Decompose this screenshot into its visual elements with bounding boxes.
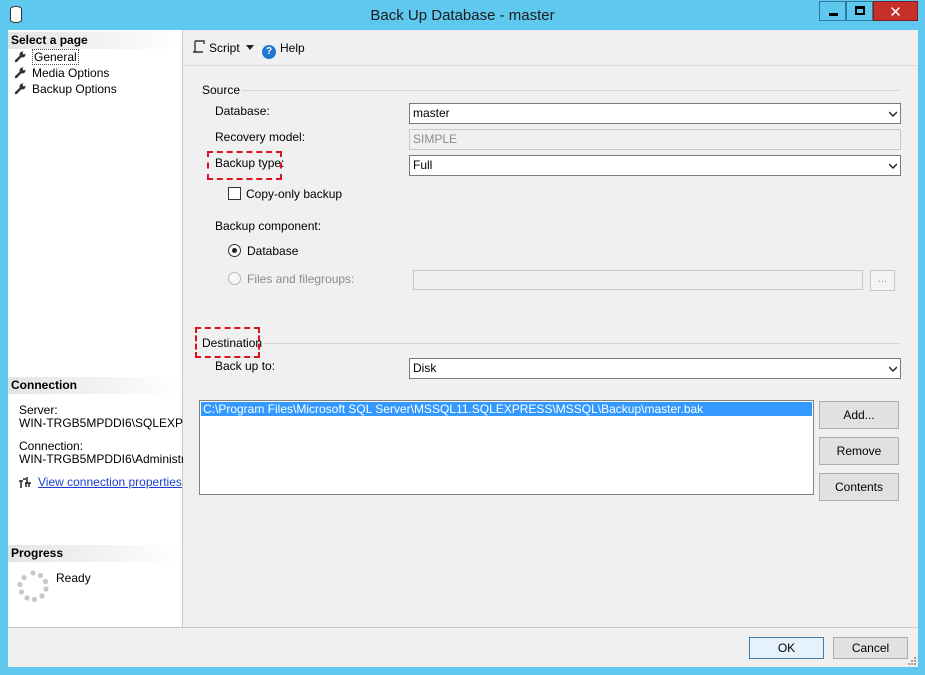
database-select[interactable]: master [409, 103, 901, 124]
backup-database-window: Back Up Database - master ✕ Select a pag… [0, 0, 925, 675]
view-connection-properties[interactable]: View connection properties [18, 475, 182, 489]
connection-label: Connection: [19, 440, 84, 453]
filegroups-field [413, 270, 863, 290]
connection-value: WIN-TRGB5MPDDI6\Administrator [19, 453, 183, 466]
toolbar: Script ? Help [183, 30, 918, 66]
title-bar[interactable]: Back Up Database - master ✕ [0, 0, 925, 30]
chevron-down-icon [889, 366, 897, 373]
minimize-icon [829, 13, 838, 16]
chevron-down-icon [889, 163, 897, 170]
ok-button[interactable]: OK [749, 637, 824, 659]
source-divider [242, 90, 900, 91]
maximize-icon [855, 6, 865, 15]
recovery-model-value: SIMPLE [413, 132, 458, 146]
resize-grip-icon[interactable] [906, 655, 916, 665]
progress-spinner-icon [17, 570, 49, 602]
page-item-label: General [32, 49, 79, 65]
help-button[interactable]: ? Help [262, 40, 305, 59]
page-item-backup-options[interactable]: Backup Options [14, 81, 117, 97]
component-files-label[interactable]: Files and filegroups: [247, 272, 354, 286]
connection-header: Connection [8, 377, 182, 394]
wrench-icon [14, 67, 26, 79]
chevron-down-icon [889, 111, 897, 118]
window-title: Back Up Database - master [370, 7, 555, 24]
wrench-icon [14, 83, 26, 95]
component-files-radio[interactable] [228, 272, 241, 285]
copy-only-checkbox[interactable] [228, 187, 241, 200]
script-label: Script [209, 41, 240, 55]
progress-header: Progress [8, 545, 182, 562]
add-button[interactable]: Add... [819, 401, 899, 429]
backup-to-label: Back up to: [215, 359, 276, 373]
backup-type-select[interactable]: Full [409, 155, 901, 176]
progress-status: Ready [56, 571, 91, 585]
copy-only-label[interactable]: Copy-only backup [246, 187, 342, 201]
view-connection-properties-link[interactable]: View connection properties [38, 475, 182, 489]
recovery-model-label: Recovery model: [215, 130, 306, 144]
left-pane: Select a page General Media Options Back… [8, 30, 183, 627]
contents-button[interactable]: Contents [819, 473, 899, 501]
wrench-icon [14, 51, 26, 63]
script-dropdown-icon[interactable] [246, 45, 254, 50]
general-page: Source Database: master Recovery model: … [184, 67, 918, 627]
backup-type-value: Full [413, 158, 433, 172]
backup-type-highlight [207, 151, 282, 180]
cancel-button[interactable]: Cancel [833, 637, 908, 659]
script-icon [193, 40, 205, 53]
script-button[interactable]: Script [192, 40, 240, 56]
filegroups-browse-button[interactable]: ... [870, 270, 895, 291]
page-item-media-options[interactable]: Media Options [14, 65, 109, 81]
recovery-model-field: SIMPLE [409, 129, 901, 150]
maximize-button[interactable] [846, 1, 873, 21]
server-value: WIN-TRGB5MPDDI6\SQLEXPRESS [19, 417, 183, 430]
component-database-radio[interactable] [228, 244, 241, 257]
close-button[interactable]: ✕ [873, 1, 918, 21]
backup-destination-list[interactable]: C:\Program Files\Microsoft SQL Server\MS… [199, 400, 814, 495]
backup-component-label: Backup component: [215, 219, 322, 233]
database-label: Database: [215, 104, 270, 118]
dialog-client-area: Select a page General Media Options Back… [8, 30, 918, 667]
backup-to-value: Disk [413, 361, 437, 375]
source-group-label: Source [202, 83, 241, 97]
close-icon: ✕ [889, 4, 902, 21]
database-value: master [413, 106, 450, 120]
server-label: Server: [19, 404, 58, 417]
remove-button[interactable]: Remove [819, 437, 899, 465]
destination-group-label: Destination [202, 336, 263, 350]
backup-to-select[interactable]: Disk [409, 358, 901, 379]
help-icon: ? [262, 45, 276, 59]
select-page-header: Select a page [8, 32, 182, 49]
help-label: Help [280, 41, 305, 55]
page-item-general[interactable]: General [14, 49, 79, 65]
page-item-label: Media Options [32, 66, 110, 80]
list-item[interactable]: C:\Program Files\Microsoft SQL Server\MS… [201, 402, 812, 416]
connection-properties-icon [19, 477, 31, 488]
destination-divider [264, 343, 900, 344]
dialog-footer: OK Cancel [8, 627, 918, 667]
component-database-label[interactable]: Database [247, 244, 298, 258]
minimize-button[interactable] [819, 1, 846, 21]
page-item-label: Backup Options [32, 82, 117, 96]
